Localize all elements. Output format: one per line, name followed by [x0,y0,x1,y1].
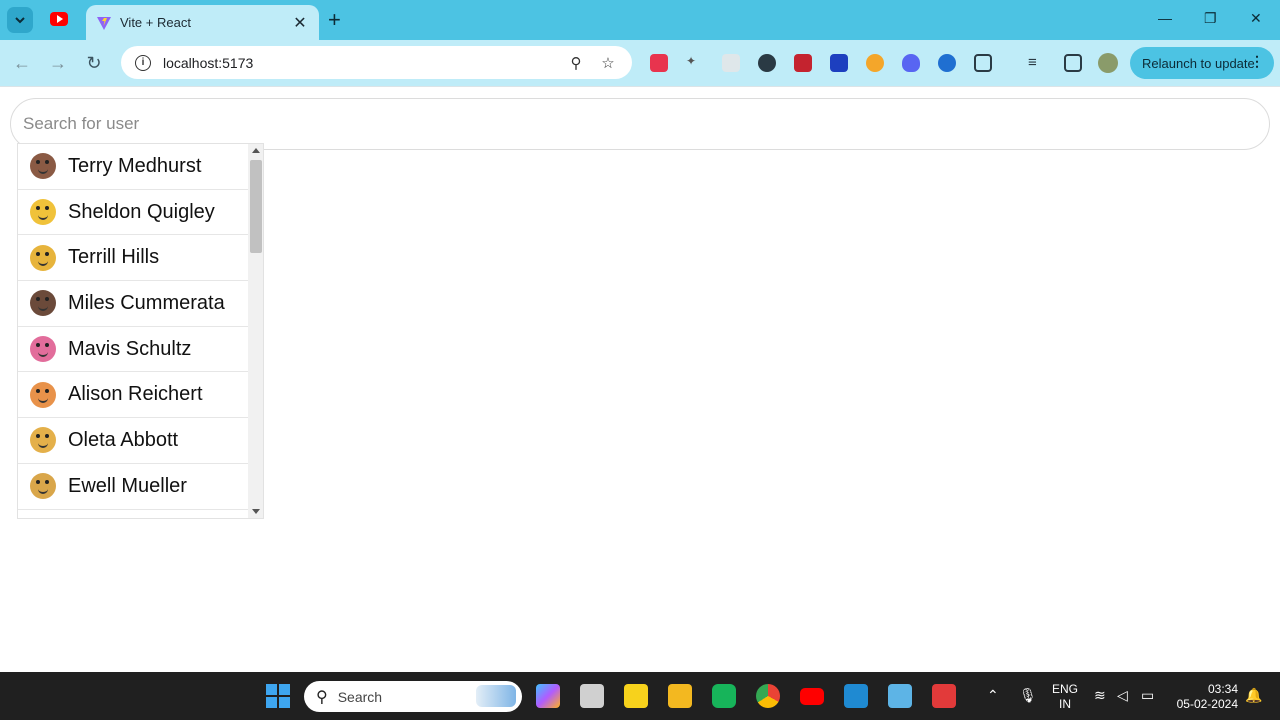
windows-taskbar: ⚲ Search ⌃ 🎙 ENG IN ≋ ◁ ▭ 03:34 05-02-20… [0,672,1280,720]
language-indicator[interactable]: ENG IN [1052,682,1078,712]
scroll-up-arrow-icon[interactable] [252,148,260,153]
close-window-icon[interactable]: ✕ [1250,10,1262,27]
notification-bell-icon[interactable]: 🔔 [1245,687,1262,704]
taskbar-search-label: Search [337,688,383,705]
task-view-icon[interactable] [580,684,604,708]
vite-logo-icon [97,16,111,30]
chevron-down-icon [15,17,25,24]
scroll-down-arrow-icon[interactable] [252,509,260,514]
tab-title: Vite + React [120,15,191,30]
reload-icon[interactable]: ↻ [82,51,106,75]
tab-search-button[interactable] [7,7,33,33]
user-search-input[interactable] [23,114,1269,134]
windows-start-icon[interactable] [266,684,290,708]
clock-time: 03:34 [1207,682,1238,696]
user-suggestion-item[interactable]: Terrill Hills [18,235,248,282]
user-avatar [30,153,56,180]
wifi-icon[interactable]: ≋ [1094,687,1106,704]
extension-k-icon[interactable] [758,54,776,72]
sticky-notes-icon[interactable] [624,684,648,708]
browser-toolbar: ← → ↻ i localhost:5173 ⚲ ☆ ✦ ≡ Relaunch … [0,40,1280,86]
user-avatar [30,381,56,408]
tab-close-icon[interactable]: ✕ [291,13,309,33]
user-suggestion-item[interactable]: Terry Medhurst [18,144,248,190]
scroll-thumb[interactable] [250,160,262,253]
extensions-puzzle-icon[interactable] [974,54,992,72]
forward-arrow-icon[interactable]: → [46,51,70,75]
extension-pocket-icon[interactable] [650,54,668,72]
search-icon: ⚲ [316,688,328,706]
user-suggestion-item[interactable]: Ewell Mueller [18,464,248,510]
user-name: Terry Medhurst [68,154,202,177]
more-menu-icon[interactable]: ⋮ [1250,53,1264,70]
recorder-icon[interactable] [932,684,956,708]
notepad-icon[interactable] [888,684,912,708]
youtube-icon[interactable] [800,688,824,705]
relaunch-label: Relaunch to update [1142,55,1255,71]
page-content: Terry Medhurst Sheldon Quigley Terrill Hil… [0,86,1280,672]
chevron-up-icon[interactable]: ⌃ [987,687,999,704]
extension-red-icon[interactable] [794,54,812,72]
address-url[interactable]: localhost:5173 [163,55,554,71]
microphone-icon[interactable]: 🎙 [1019,687,1037,704]
user-name: Ewell Mueller [68,474,187,497]
clock-date: 05-02-2024 [1176,697,1238,711]
zoom-icon[interactable]: ⚲ [566,54,586,72]
user-suggestion-item[interactable]: Alison Reichert [18,372,248,419]
extension-circle-icon[interactable] [866,54,884,72]
extension-wave-icon[interactable] [830,54,848,72]
tab-active[interactable]: Vite + React ✕ [86,5,319,40]
bookmark-star-icon[interactable]: ☆ [598,54,618,72]
user-name: Alison Reichert [68,383,203,406]
user-list: Terry Medhurst Sheldon Quigley Terrill Hil… [18,144,248,510]
browser-tab-strip: Vite + React ✕ + — ❐ ✕ [0,0,1280,40]
volume-icon[interactable]: ◁ [1117,687,1128,704]
taskbar-search-box[interactable]: ⚲ Search [304,681,522,712]
extension-flame-icon[interactable] [902,54,920,72]
user-avatar [30,336,56,363]
battery-icon[interactable]: ▭ [1141,687,1154,704]
user-name: Oleta Abbott [68,428,179,451]
youtube-pinned-tab[interactable] [50,12,68,26]
user-suggestions-dropdown: Terry Medhurst Sheldon Quigley Terrill Hil… [17,143,264,519]
user-avatar [30,199,56,226]
chrome-icon[interactable] [756,684,780,708]
file-explorer-icon[interactable] [668,684,692,708]
lang-top: ENG [1052,682,1079,696]
extension-play-icon[interactable] [938,54,956,72]
clock[interactable]: 03:34 05-02-2024 [1172,682,1238,712]
user-suggestion-item[interactable]: Oleta Abbott [18,418,248,464]
copilot-icon[interactable] [536,684,560,708]
back-arrow-icon[interactable]: ← [10,51,34,75]
lang-bottom: IN [1059,697,1071,711]
address-bar[interactable]: i localhost:5173 ⚲ ☆ [121,46,632,79]
user-suggestion-item[interactable]: Sheldon Quigley [18,190,248,236]
user-name: Sheldon Quigley [68,200,215,223]
user-avatar [30,290,56,317]
user-name: Miles Cummerata [68,291,225,314]
restore-icon[interactable]: ❐ [1204,10,1217,27]
media-control-icon[interactable]: ≡ [1028,54,1046,72]
new-tab-button[interactable]: + [328,9,341,31]
profile-avatar[interactable] [1098,53,1118,73]
user-suggestion-item[interactable]: Mavis Schultz [18,327,248,373]
extension-sparkle-icon[interactable]: ✦ [686,54,704,72]
user-name: Mavis Schultz [68,337,192,360]
site-info-icon[interactable]: i [135,54,151,71]
app-green-icon[interactable] [712,684,736,708]
user-avatar [30,427,56,454]
user-name: Terrill Hills [68,246,160,269]
side-panel-icon[interactable] [1064,54,1082,72]
user-suggestion-item[interactable]: Miles Cummerata [18,281,248,327]
dropdown-scrollbar[interactable] [248,144,263,518]
extension-page-icon[interactable] [722,54,740,72]
search-highlight-image [476,685,516,707]
relaunch-update-button[interactable]: Relaunch to update ⋮ [1130,47,1274,79]
vscode-icon[interactable] [844,684,868,708]
user-avatar [30,244,56,271]
minimize-icon[interactable]: — [1158,10,1172,26]
user-avatar [30,473,56,500]
